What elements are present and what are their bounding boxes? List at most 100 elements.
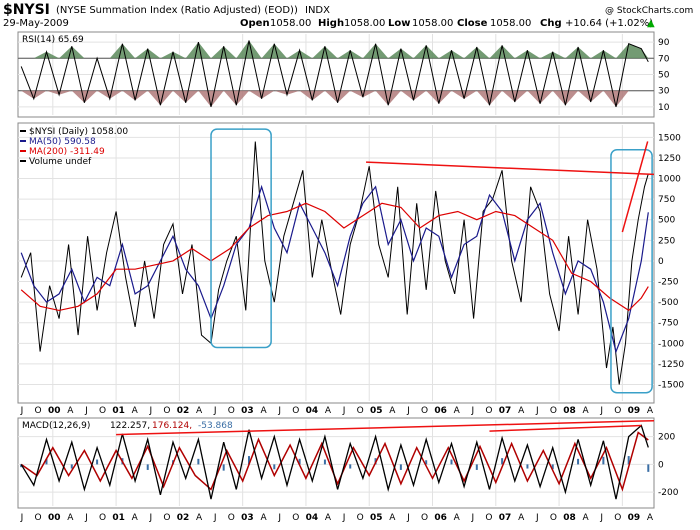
x-tick-label-macd: A <box>325 513 332 523</box>
legend-label: MA(50) 590.58 <box>29 137 96 147</box>
date-label: 29-May-2009 <box>3 18 69 29</box>
x-tick-label-price: 03 <box>241 406 254 416</box>
rsi-tick-label: 30 <box>658 87 670 97</box>
x-tick-label-price: 05 <box>370 406 383 416</box>
x-tick-label-macd: A <box>583 513 590 523</box>
x-tick-label-price: O <box>357 406 364 416</box>
high-label: High <box>318 18 344 29</box>
symbol-label: $NYSI <box>3 2 50 18</box>
legend-label: MA(200) -311.49 <box>29 147 105 157</box>
x-tick-label-price: J <box>213 406 217 416</box>
low-label: Low <box>388 18 410 29</box>
price-tick-label: 1500 <box>658 133 681 143</box>
x-tick-label-price: A <box>389 406 396 416</box>
chart-root: $NYSI (NYSE Summation Index (Ratio Adjus… <box>0 0 700 530</box>
x-tick-label-macd: A <box>132 513 139 523</box>
chg-value: +10.64 (+1.02%) <box>565 18 653 29</box>
rsi-tick-label: 90 <box>658 38 670 48</box>
price-tick-label: -500 <box>658 298 679 308</box>
rsi-title: RSI(14) 65.69 <box>22 35 84 45</box>
x-tick-label-price: J <box>471 406 475 416</box>
x-tick-label-price: 08 <box>563 406 576 416</box>
open-value: 1058.00 <box>270 18 311 29</box>
x-tick-label-macd: A <box>196 513 203 523</box>
x-tick-label-price: O <box>550 406 557 416</box>
x-tick-label-price: 07 <box>499 406 512 416</box>
x-tick-label-macd: A <box>518 513 525 523</box>
x-tick-label-macd: O <box>485 513 492 523</box>
price-tick-label: 0 <box>658 257 664 267</box>
price-tick-label: -750 <box>658 319 679 329</box>
x-tick-label-price: J <box>277 406 281 416</box>
x-tick-label-price: J <box>406 406 410 416</box>
x-tick-label-price: J <box>84 406 88 416</box>
rsi-tick-label: 70 <box>658 54 670 64</box>
x-tick-label-price: 02 <box>177 406 190 416</box>
rsi-tick-label: 50 <box>658 71 670 81</box>
macd-tick-label: -200 <box>658 488 679 498</box>
x-tick-label-macd: J <box>599 513 603 523</box>
x-tick-label-price: O <box>163 406 170 416</box>
x-tick-label-macd: J <box>213 513 217 523</box>
x-tick-label-price: O <box>421 406 428 416</box>
macd-value: 122.257, <box>110 421 150 431</box>
x-tick-label-price: A <box>260 406 267 416</box>
chg-label: Chg <box>540 18 562 29</box>
open-label: Open <box>240 18 270 29</box>
legend-label: $NYSI (Daily) 1058.00 <box>29 127 128 137</box>
macd-hist-value: -53.868 <box>198 421 233 431</box>
x-tick-label-macd: J <box>277 513 281 523</box>
header: $NYSI (NYSE Summation Index (Ratio Adjus… <box>3 2 693 29</box>
x-tick-label-price: 00 <box>48 406 61 416</box>
x-tick-label-price: O <box>292 406 299 416</box>
x-tick-label-macd: O <box>614 513 621 523</box>
x-tick-label-price: 06 <box>434 406 447 416</box>
x-tick-label-macd: O <box>357 513 364 523</box>
x-tick-label-price: A <box>647 406 654 416</box>
description-label: (NYSE Summation Index (Ratio Adjusted) (… <box>56 5 298 16</box>
x-tick-label-macd: A <box>260 513 267 523</box>
x-tick-label-macd: J <box>535 513 539 523</box>
x-tick-label-price: A <box>583 406 590 416</box>
macd-signal-value: 176.124, <box>152 421 192 431</box>
x-tick-label-macd: 02 <box>177 513 190 523</box>
x-tick-label-macd: 04 <box>306 513 319 523</box>
x-tick-label-macd: 05 <box>370 513 383 523</box>
x-tick-label-macd: J <box>148 513 152 523</box>
x-tick-label-price: A <box>454 406 461 416</box>
x-tick-label-price: O <box>614 406 621 416</box>
x-tick-label-price: 09 <box>628 406 641 416</box>
x-tick-label-price: J <box>535 406 539 416</box>
x-tick-label-macd: J <box>471 513 475 523</box>
x-tick-label-macd: O <box>163 513 170 523</box>
x-tick-label-macd: 01 <box>112 513 125 523</box>
close-value: 1058.00 <box>490 18 531 29</box>
price-tick-label: 1250 <box>658 154 681 164</box>
x-tick-label-macd: O <box>228 513 235 523</box>
x-tick-label-macd: J <box>406 513 410 523</box>
x-tick-label-macd: O <box>99 513 106 523</box>
price-tick-label: 500 <box>658 216 675 226</box>
chart-figure: $NYSI (NYSE Summation Index (Ratio Adjus… <box>3 2 693 523</box>
x-tick-label-price: A <box>67 406 74 416</box>
legend-label: Volume undef <box>29 157 92 167</box>
price-tick-label: 750 <box>658 195 675 205</box>
price-tick-label: -1500 <box>658 381 684 391</box>
macd-tick-label: 200 <box>658 433 675 443</box>
x-tick-label-price: O <box>99 406 106 416</box>
x-tick-label-macd: 09 <box>628 513 641 523</box>
up-arrow-icon: ▲ <box>647 18 655 29</box>
x-tick-label-price: J <box>20 406 24 416</box>
x-tick-label-macd: 03 <box>241 513 254 523</box>
x-tick-label-macd: O <box>550 513 557 523</box>
price-tick-label: 250 <box>658 236 675 246</box>
price-tick-label: -1250 <box>658 360 684 370</box>
x-tick-label-macd: J <box>342 513 346 523</box>
x-tick-label-macd: A <box>389 513 396 523</box>
x-tick-label-macd: O <box>35 513 42 523</box>
x-tick-label-price: A <box>196 406 203 416</box>
x-tick-label-price: J <box>599 406 603 416</box>
x-tick-label-price: O <box>35 406 42 416</box>
macd-tick-label: 0 <box>658 460 664 470</box>
x-tick-label-price: O <box>228 406 235 416</box>
